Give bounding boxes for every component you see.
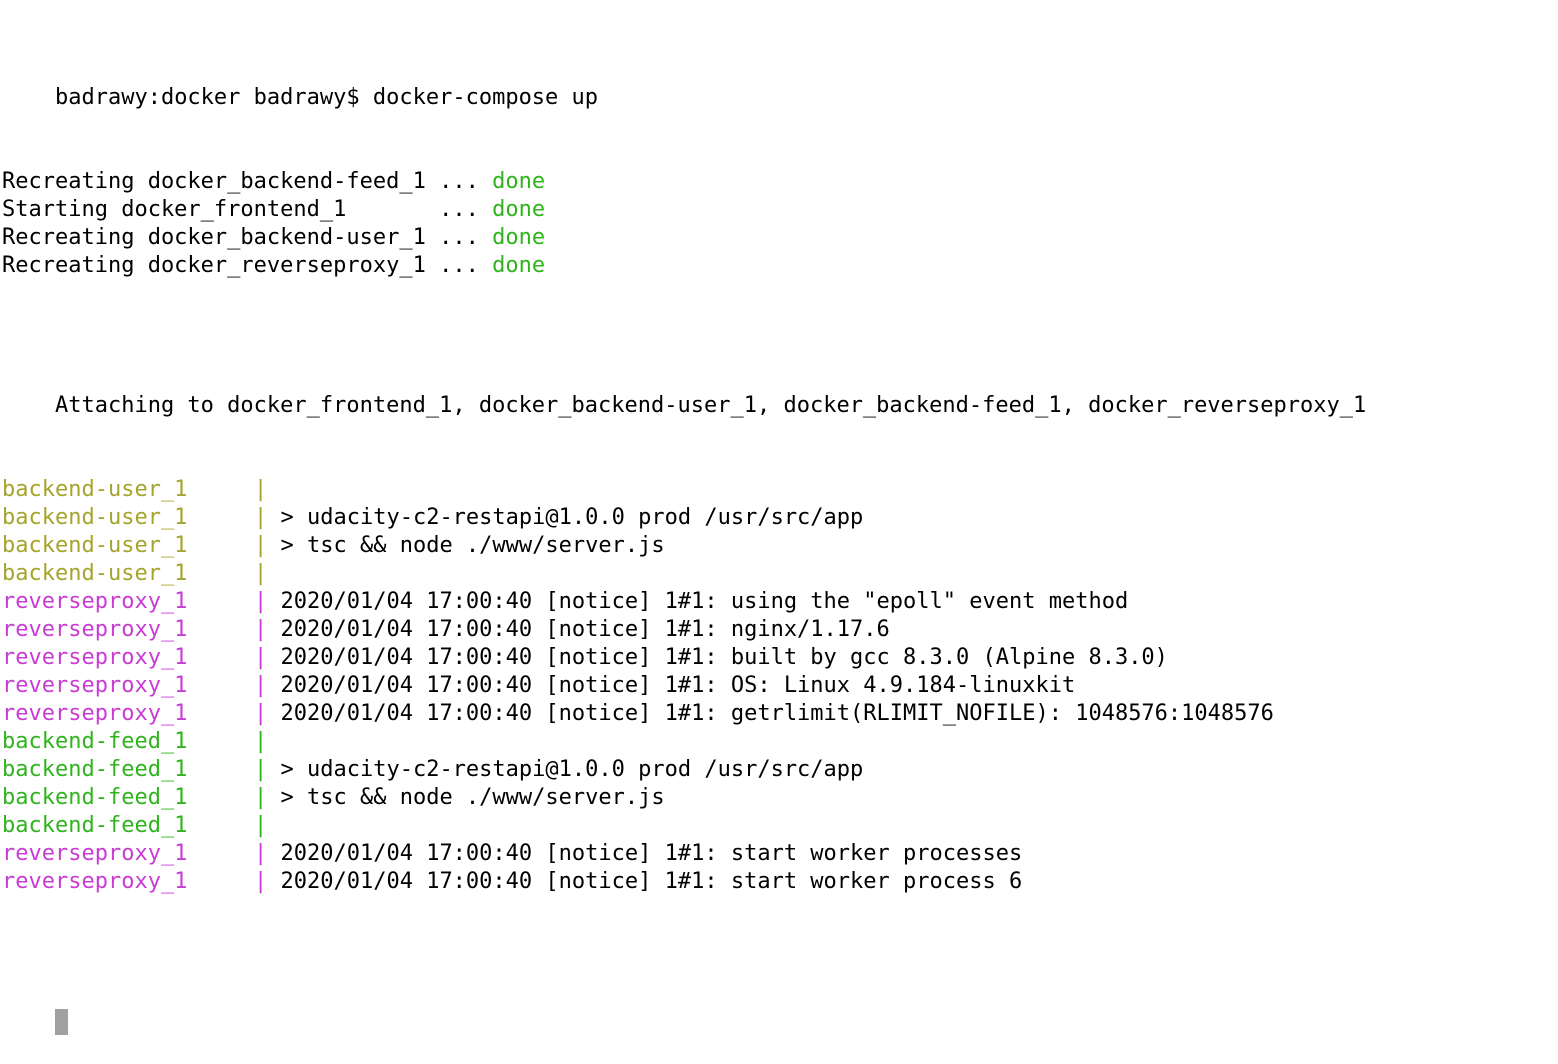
log-line: backend-user_1 | (2, 560, 1556, 588)
log-service-name: backend-user_1 (2, 533, 188, 558)
log-service-name: reverseproxy_1 (2, 617, 188, 642)
status-line: Starting docker_frontend_1 ... done (2, 196, 1556, 224)
log-line: reverseproxy_1 | 2020/01/04 17:00:40 [not… (2, 616, 1556, 644)
log-service-name: backend-user_1 (2, 561, 188, 586)
log-separator: | (254, 533, 268, 558)
log-message: 2020/01/04 17:00:40 [notice] 1#1: getrli… (280, 701, 1274, 726)
log-separator: | (254, 757, 268, 782)
log-separator: | (254, 645, 268, 670)
log-separator: | (254, 617, 268, 642)
status-done-label: done (492, 197, 546, 222)
log-line: backend-feed_1 | (2, 812, 1556, 840)
log-message: 2020/01/04 17:00:40 [notice] 1#1: start … (280, 869, 1023, 894)
log-service-name: backend-feed_1 (2, 757, 188, 782)
status-line-text: Recreating docker_backend-user_1 ... (2, 225, 493, 250)
log-message: 2020/01/04 17:00:40 [notice] 1#1: nginx/… (280, 617, 890, 642)
log-message: > tsc && node ./www/server.js (280, 785, 665, 810)
prompt-command: badrawy:docker badrawy$ docker-compose u… (54, 85, 599, 110)
log-service-name: reverseproxy_1 (2, 673, 188, 698)
log-message: 2020/01/04 17:00:40 [notice] 1#1: OS: Li… (280, 673, 1076, 698)
log-service-name: reverseproxy_1 (2, 841, 188, 866)
log-separator: | (254, 477, 268, 502)
log-service-name: backend-feed_1 (2, 785, 188, 810)
log-service-name: reverseproxy_1 (2, 701, 188, 726)
log-message: > tsc && node ./www/server.js (280, 533, 665, 558)
status-done-label: done (492, 225, 546, 250)
log-service-name: reverseproxy_1 (2, 645, 188, 670)
log-separator: | (254, 673, 268, 698)
log-line: backend-user_1 | > udacity-c2-restapi@1.0… (2, 504, 1556, 532)
log-line: backend-user_1 | (2, 476, 1556, 504)
log-separator: | (254, 813, 268, 838)
status-line: Recreating docker_reverseproxy_1 ... don… (2, 252, 1556, 280)
log-line: reverseproxy_1 | 2020/01/04 17:00:40 [not… (2, 868, 1556, 896)
log-message: 2020/01/04 17:00:40 [notice] 1#1: built … (280, 645, 1168, 670)
log-line: reverseproxy_1 | 2020/01/04 17:00:40 [not… (2, 588, 1556, 616)
status-line: Recreating docker_backend-user_1 ... don… (2, 224, 1556, 252)
log-service-name: backend-feed_1 (2, 813, 188, 838)
status-done-label: done (492, 169, 546, 194)
log-message: 2020/01/04 17:00:40 [notice] 1#1: using … (280, 589, 1129, 614)
log-message: > udacity-c2-restapi@1.0.0 prod /usr/src… (280, 505, 864, 530)
status-lines: Recreating docker_backend-feed_1 ... don… (2, 168, 1556, 280)
log-line: backend-user_1 | > tsc && node ./www/serv… (2, 532, 1556, 560)
status-line-text: Recreating docker_reverseproxy_1 ... (2, 253, 493, 278)
log-service-name: reverseproxy_1 (2, 589, 188, 614)
attach-line: Attaching to docker_frontend_1, docker_b… (2, 364, 1556, 418)
log-separator: | (254, 589, 268, 614)
log-separator: | (254, 701, 268, 726)
log-line: backend-feed_1 | > udacity-c2-restapi@1.0… (2, 756, 1556, 784)
log-line: reverseproxy_1 | 2020/01/04 17:00:40 [not… (2, 672, 1556, 700)
log-service-name: reverseproxy_1 (2, 869, 188, 894)
terminal-cursor (54, 1009, 68, 1035)
log-separator: | (254, 561, 268, 586)
log-service-name: backend-user_1 (2, 505, 188, 530)
status-line-text: Starting docker_frontend_1 ... (2, 197, 493, 222)
status-done-label: done (492, 253, 546, 278)
log-separator: | (254, 729, 268, 754)
status-line-text: Recreating docker_backend-feed_1 ... (2, 169, 493, 194)
log-line: reverseproxy_1 | 2020/01/04 17:00:40 [not… (2, 700, 1556, 728)
log-line: reverseproxy_1 | 2020/01/04 17:00:40 [not… (2, 840, 1556, 868)
attach-text: Attaching to docker_frontend_1, docker_b… (54, 393, 1367, 418)
log-service-name: backend-feed_1 (2, 729, 188, 754)
log-message: > udacity-c2-restapi@1.0.0 prod /usr/src… (280, 757, 864, 782)
log-line: reverseproxy_1 | 2020/01/04 17:00:40 [not… (2, 644, 1556, 672)
log-service-name: backend-user_1 (2, 477, 188, 502)
log-separator: | (254, 785, 268, 810)
terminal-window[interactable]: badrawy:docker badrawy$ docker-compose u… (2, 0, 1556, 1035)
log-separator: | (254, 505, 268, 530)
log-lines: backend-user_1 | backend-user_1 | > udacit… (2, 476, 1556, 896)
log-line: backend-feed_1 | > tsc && node ./www/serv… (2, 784, 1556, 812)
cursor-line (2, 980, 1556, 1035)
prompt-line: badrawy:docker badrawy$ docker-compose u… (2, 56, 1556, 110)
log-message: 2020/01/04 17:00:40 [notice] 1#1: start … (280, 841, 1023, 866)
status-line: Recreating docker_backend-feed_1 ... don… (2, 168, 1556, 196)
log-line: backend-feed_1 | (2, 728, 1556, 756)
log-separator: | (254, 869, 268, 894)
log-separator: | (254, 841, 268, 866)
